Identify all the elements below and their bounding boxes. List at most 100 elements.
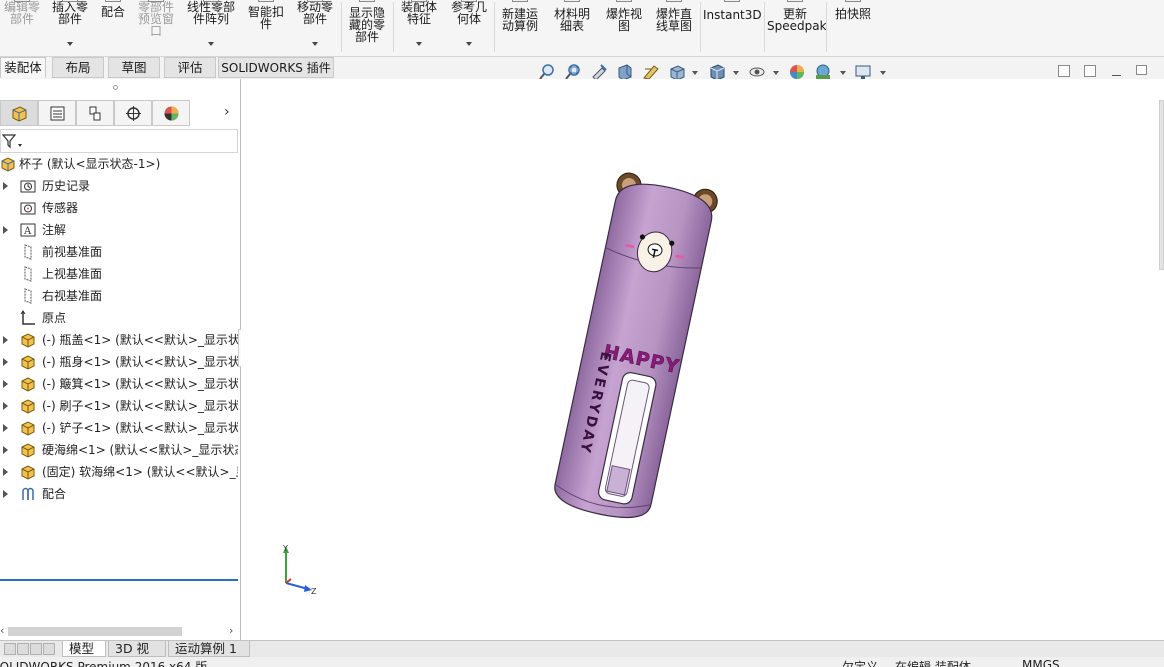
assembly-icon (1, 157, 15, 172)
tab-sketch[interactable]: 草图 (108, 57, 160, 78)
expand-arrow-icon[interactable] (3, 446, 8, 454)
status-units[interactable]: MMGS (1022, 658, 1060, 667)
tab-3d-views[interactable]: 3D 视图 (108, 641, 166, 667)
tree-item-component[interactable]: 硬海绵<1> (默认<<默认>_显示状态 (0, 439, 238, 461)
tab-assembly[interactable]: 装配体 (0, 57, 46, 78)
expand-arrow-icon[interactable] (3, 468, 8, 476)
instant3d-icon (724, 0, 740, 2)
chevron-down-icon[interactable] (773, 71, 779, 75)
expand-arrow-icon[interactable] (3, 336, 8, 344)
chevron-down-icon[interactable] (880, 71, 886, 75)
chevron-down-icon[interactable] (416, 42, 422, 46)
tree-root-assembly[interactable]: 杯子 (默认<显示状态-1>) (0, 153, 238, 175)
maximize-icon[interactable] (1136, 65, 1147, 75)
task-pane-edge[interactable] (1159, 100, 1164, 270)
status-definition-state: 欠定义 (842, 660, 879, 667)
tab-configuration-manager[interactable] (76, 100, 114, 126)
cup-3d-model[interactable]: HAPPY EVERYDAY (545, 170, 745, 535)
bill-of-materials-button[interactable]: 材料明 细表 (549, 0, 595, 55)
move-component-button[interactable]: 移动零 部件 (292, 0, 338, 55)
mate-button[interactable]: 配合 (96, 0, 130, 55)
next-tab-icon[interactable] (30, 643, 42, 655)
tab-layout[interactable]: 布局 (52, 57, 104, 78)
chevron-down-icon[interactable] (67, 42, 73, 46)
instant3d-button[interactable]: Instant3D (703, 0, 762, 55)
exploded-view-button[interactable]: 爆炸视 图 (601, 0, 647, 55)
tab-display-manager[interactable] (152, 100, 190, 126)
explode-line-sketch-button[interactable]: 爆炸直 线草图 (651, 0, 697, 55)
move-component-icon (307, 0, 323, 2)
tree-item-sensors[interactable]: 传感器 (0, 197, 238, 219)
tree-item-component[interactable]: (固定) 软海绵<1> (默认<<默认>_显 (0, 461, 238, 483)
status-editing: 在编辑 装配体 (895, 660, 971, 667)
chevron-right-icon[interactable]: › (224, 104, 230, 120)
restore-viewport-icon[interactable] (1058, 65, 1070, 77)
tree-item-component[interactable]: (-) 瓶身<1> (默认<<默认>_显示状态 (0, 351, 238, 373)
part-icon (21, 465, 35, 480)
expand-arrow-icon[interactable] (3, 226, 8, 234)
edit-component-button[interactable]: 编辑零 部件 (0, 0, 44, 55)
tab-solidworks-addins[interactable]: SOLIDWORKS 插件 (218, 57, 334, 78)
tree-item-annotations[interactable]: A 注解 (0, 219, 238, 241)
tree-item-front-plane[interactable]: 前视基准面 (0, 241, 238, 263)
expand-arrow-icon[interactable] (3, 402, 8, 410)
tree-item-component[interactable]: (-) 铲子<1> (默认<<默认>_显示状态 (0, 417, 238, 439)
configuration-manager-icon (89, 106, 101, 121)
smart-fasteners-button[interactable]: 智能扣 件 (244, 0, 288, 55)
tab-model[interactable]: 模型 (62, 641, 106, 657)
plane-icon (24, 288, 32, 304)
minimize-icon[interactable] (1112, 75, 1121, 76)
component-preview-window-button[interactable]: 零部件 预览窗 口 (134, 0, 178, 55)
reference-geometry-button[interactable]: 参考几 何体 (446, 0, 492, 55)
triad-z-label: Z (311, 587, 317, 596)
tree-item-component[interactable]: (-) 瓶盖<1> (默认<<默认>_显示状态 (0, 329, 238, 351)
chevron-down-icon[interactable] (466, 42, 472, 46)
tree-filter-bar[interactable] (0, 129, 238, 153)
chevron-down-icon[interactable] (733, 71, 739, 75)
tree-item-top-plane[interactable]: 上视基准面 (0, 263, 238, 285)
annotation-icon: A (20, 223, 36, 237)
expand-arrow-icon[interactable] (3, 424, 8, 432)
tab-motion-study[interactable]: 运动算例 1 (168, 641, 250, 657)
show-hidden-components-button[interactable]: 显示隐 藏的零 部件 (344, 0, 390, 55)
expand-arrow-icon[interactable] (3, 380, 8, 388)
rollback-bar[interactable] (0, 579, 238, 581)
linear-component-pattern-button[interactable]: 线性零部 件阵列 (183, 0, 239, 55)
split-viewport-icon[interactable] (1084, 65, 1096, 77)
tab-feature-tree[interactable] (0, 100, 38, 126)
chevron-down-icon[interactable] (692, 71, 698, 75)
tab-property-manager[interactable] (38, 100, 76, 126)
chevron-down-icon[interactable] (208, 42, 214, 46)
tree-item-component[interactable]: (-) 簸箕<1> (默认<<默认>_显示状态 (0, 373, 238, 395)
chevron-left-icon[interactable]: ‹ (0, 624, 4, 637)
assembly-features-button[interactable]: 装配体 特征 (396, 0, 442, 55)
tree-item-right-plane[interactable]: 右视基准面 (0, 285, 238, 307)
filter-icon[interactable] (2, 133, 24, 149)
chevron-down-icon[interactable] (840, 71, 846, 75)
panel-grip-icon[interactable] (113, 85, 118, 90)
update-speedpak-button[interactable]: 更新 Speedpak (767, 0, 827, 55)
chevron-down-icon[interactable] (312, 42, 318, 46)
tree-item-history[interactable]: 历史记录 (0, 175, 238, 197)
previous-tab-icon[interactable] (17, 643, 29, 655)
scrollbar-thumb[interactable] (8, 627, 182, 636)
tab-evaluate[interactable]: 评估 (164, 57, 216, 78)
expand-arrow-icon[interactable] (3, 182, 8, 190)
chevron-right-icon[interactable]: › (229, 624, 233, 637)
tree-item-mates[interactable]: 配合 (0, 483, 238, 505)
tree-horizontal-scrollbar[interactable]: ‹ › (0, 624, 240, 638)
feature-manager-panel: › 杯子 (默认<显示状态-1>) 历史记录 传感器 A 注解 前视基准面 上视… (0, 79, 248, 641)
expand-arrow-icon[interactable] (3, 358, 8, 366)
last-tab-icon[interactable] (43, 643, 55, 655)
expand-arrow-icon[interactable] (3, 490, 8, 498)
tree-item-origin[interactable]: 原点 (0, 307, 238, 329)
insert-components-button[interactable]: 插入零 部件 (48, 0, 92, 55)
smart-fastener-icon (258, 0, 274, 2)
tab-dimxpert-manager[interactable] (114, 100, 152, 126)
new-motion-study-button[interactable]: 新建运 动算例 (497, 0, 543, 55)
triad-y-label: Y (282, 544, 288, 553)
dimxpert-icon (126, 106, 141, 121)
take-snapshot-button[interactable]: 拍快照 (830, 0, 876, 55)
tree-item-component[interactable]: (-) 刷子<1> (默认<<默认>_显示状态 (0, 395, 238, 417)
first-tab-icon[interactable] (4, 643, 16, 655)
